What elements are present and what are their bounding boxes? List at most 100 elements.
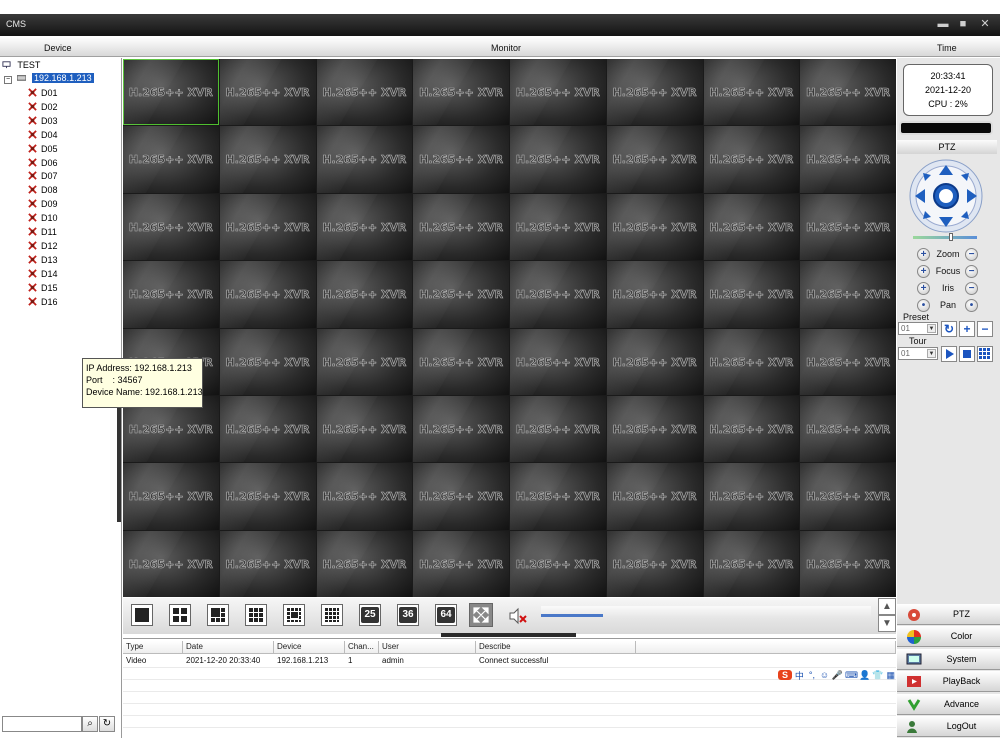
ptz-pan-out-button[interactable]: • [965,299,978,312]
video-cell[interactable]: H.265++ XVR [800,193,896,261]
split-4-button[interactable] [169,604,191,626]
voice-icon[interactable]: 🎤 [832,670,843,681]
video-cell[interactable]: H.265++ XVR [606,261,703,328]
video-cell[interactable]: H.265++ XVR [316,463,413,530]
preset-add-button[interactable]: + [959,321,975,337]
volume-level[interactable] [541,614,603,617]
channel-node[interactable]: D06 [28,157,58,170]
video-cell[interactable]: H.265++ XVR [413,395,509,463]
close-button[interactable]: ✕ [978,18,992,30]
video-cell[interactable]: H.265++ XVR [510,193,606,261]
ptz-direction-pad[interactable] [909,159,983,233]
channel-node[interactable]: D16 [28,296,58,309]
channel-node[interactable]: D09 [28,198,58,211]
log-column-header[interactable]: Device [274,641,345,654]
fullscreen-button[interactable] [469,603,493,627]
ptz-speed-slider[interactable] [913,236,977,239]
video-cell[interactable]: H.265++ XVR [316,261,413,328]
video-cell[interactable]: H.265++ XVR [703,59,800,126]
refresh-icon[interactable]: ↻ [99,716,115,732]
video-cell[interactable]: H.265++ XVR [219,126,316,193]
split-6-button[interactable] [207,604,229,626]
channel-node[interactable]: D01 [28,87,58,100]
maximize-button[interactable]: ■ [956,18,970,30]
menu-logout-button[interactable]: LogOut [897,716,1000,737]
punctuation-icon[interactable]: °, [807,670,818,680]
video-cell[interactable]: H.265++ XVR [703,395,800,463]
video-cell[interactable]: H.265++ XVR [800,328,896,395]
ptz-center-icon[interactable] [939,189,953,203]
ptz-iris-out-button[interactable]: − [965,282,978,295]
minimize-button[interactable]: ▬ [936,18,950,30]
video-cell[interactable]: H.265++ XVR [510,530,606,597]
video-cell[interactable]: H.265++ XVR [800,126,896,193]
video-cell[interactable]: H.265++ XVR [413,328,509,395]
video-cell[interactable]: H.265++ XVR [413,193,509,261]
chevron-down-icon[interactable]: ▼ [927,349,936,358]
user-icon[interactable]: 👤 [859,670,870,681]
ptz-zoom-out-button[interactable]: − [965,248,978,261]
page-up-button[interactable]: ▲ [878,598,896,615]
log-column-header[interactable]: Chan... [345,641,379,654]
search-icon[interactable]: ⌕ [82,716,98,732]
video-cell[interactable]: H.265++ XVR [123,59,219,126]
chevron-down-icon[interactable]: ▼ [927,324,936,333]
skin-icon[interactable]: 👕 [872,670,883,681]
preset-goto-button[interactable]: ↻ [941,321,957,337]
channel-node[interactable]: D07 [28,170,58,183]
channel-node[interactable]: D04 [28,129,58,142]
video-cell[interactable]: H.265++ XVR [219,395,316,463]
video-cell[interactable]: H.265++ XVR [316,126,413,193]
video-cell[interactable]: H.265++ XVR [510,59,606,126]
toolbox-icon[interactable]: ▦ [885,670,896,681]
video-cell[interactable]: H.265++ XVR [703,463,800,530]
video-cell[interactable]: H.265++ XVR [316,59,413,126]
collapse-icon[interactable]: − [4,76,12,84]
video-cell[interactable]: H.265++ XVR [316,395,413,463]
video-cell[interactable]: H.265++ XVR [219,328,316,395]
tour-grid-button[interactable] [977,346,993,362]
video-cell[interactable]: H.265++ XVR [413,261,509,328]
log-panel-grabber[interactable] [441,633,576,637]
log-column-header[interactable]: Type [123,641,183,654]
device-search-input[interactable] [2,716,82,732]
mute-icon[interactable] [507,606,529,626]
split-9-button[interactable] [245,604,267,626]
video-cell[interactable]: H.265++ XVR [510,328,606,395]
video-cell[interactable]: H.265++ XVR [510,395,606,463]
channel-node[interactable]: D03 [28,115,58,128]
video-cell[interactable]: H.265++ XVR [316,530,413,597]
video-cell[interactable]: H.265++ XVR [606,463,703,530]
channel-node[interactable]: D02 [28,101,58,114]
video-cell[interactable]: H.265++ XVR [606,395,703,463]
video-cell[interactable]: H.265++ XVR [413,126,509,193]
video-cell[interactable]: H.265++ XVR [123,261,219,328]
tour-stop-button[interactable] [959,346,975,362]
split-16-button[interactable] [321,604,343,626]
channel-node[interactable]: D15 [28,282,58,295]
split-64-button[interactable]: 64 [435,604,457,626]
video-cell[interactable]: H.265++ XVR [606,59,703,126]
ptz-pan-in-button[interactable]: • [917,299,930,312]
video-cell[interactable]: H.265++ XVR [219,463,316,530]
channel-node[interactable]: D05 [28,143,58,156]
ptz-zoom-in-button[interactable]: + [917,248,930,261]
video-cell[interactable]: H.265++ XVR [123,530,219,597]
video-cell[interactable]: H.265++ XVR [510,126,606,193]
video-cell[interactable]: H.265++ XVR [703,193,800,261]
video-cell[interactable]: H.265++ XVR [800,530,896,597]
tree-device-node[interactable]: − 192.168.1.213 [4,72,94,85]
video-cell[interactable]: H.265++ XVR [800,261,896,328]
video-cell[interactable]: H.265++ XVR [703,530,800,597]
tour-play-button[interactable] [941,346,957,362]
tour-select[interactable]: 01 ▼ [898,347,938,360]
video-cell[interactable]: H.265++ XVR [413,463,509,530]
video-cell[interactable]: H.265++ XVR [606,328,703,395]
channel-node[interactable]: D13 [28,254,58,267]
video-cell[interactable]: H.265++ XVR [316,193,413,261]
keyboard-icon[interactable]: ⌨ [845,670,858,681]
video-cell[interactable]: H.265++ XVR [606,193,703,261]
tree-root[interactable]: TEST [2,59,40,72]
log-column-header[interactable]: Describe [476,641,636,654]
menu-playback-button[interactable]: PlayBack [897,671,1000,693]
